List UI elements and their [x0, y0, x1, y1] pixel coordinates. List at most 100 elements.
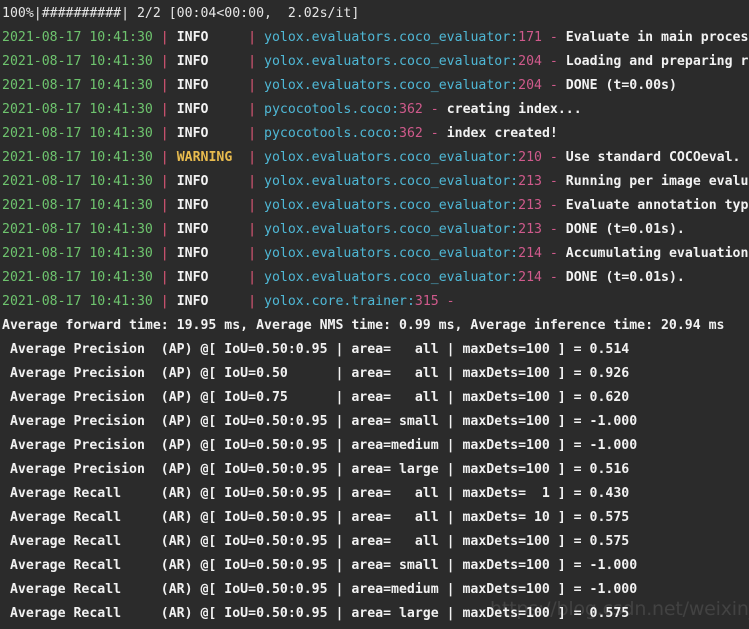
log-message: Running per image evaluation...	[565, 174, 749, 189]
log-message: Accumulating evaluation results...	[565, 246, 749, 261]
log-level: INFO	[176, 270, 209, 285]
log-dash: -	[541, 30, 566, 45]
log-separator: |	[208, 294, 265, 309]
log-separator: |	[152, 246, 177, 261]
log-line-number: 213	[518, 174, 542, 189]
log-message: index created!	[446, 126, 558, 141]
log-line: 2021-08-17 10:41:30 | INFO | yolox.evalu…	[2, 170, 749, 194]
log-separator: |	[152, 174, 177, 189]
log-separator: |	[152, 270, 177, 285]
log-timestamp: 2021-08-17 10:41:30	[2, 78, 153, 93]
log-level: INFO	[176, 54, 209, 69]
log-separator: |	[152, 30, 177, 45]
coco-metric-row: Average Recall (AR) @[ IoU=0.50:0.95 | a…	[2, 486, 630, 501]
log-dash: -	[541, 270, 566, 285]
log-line: 2021-08-17 10:41:30 | WARNING | yolox.ev…	[2, 146, 749, 170]
log-module: pycocotools.coco	[264, 126, 392, 141]
log-message: DONE (t=0.01s).	[565, 222, 685, 237]
log-separator: |	[208, 30, 265, 45]
log-line: 2021-08-17 10:41:30 | INFO | yolox.core.…	[2, 290, 749, 314]
log-module: yolox.evaluators.coco_evaluator	[264, 246, 511, 261]
log-timestamp: 2021-08-17 10:41:30	[2, 54, 153, 69]
log-line-number: 171	[518, 30, 542, 45]
log-level: WARNING	[176, 150, 233, 165]
log-module-colon: :	[510, 222, 519, 237]
coco-metric-row: Average Recall (AR) @[ IoU=0.50:0.95 | a…	[2, 510, 630, 525]
coco-metric-row: Average Recall (AR) @[ IoU=0.50:0.95 | a…	[2, 606, 630, 621]
log-dash: -	[422, 102, 447, 117]
log-separator: |	[152, 222, 177, 237]
log-line-number: 362	[399, 102, 423, 117]
log-separator: |	[208, 126, 265, 141]
log-line: 2021-08-17 10:41:30 | INFO | yolox.evalu…	[2, 194, 749, 218]
coco-metric-row: Average Recall (AR) @[ IoU=0.50:0.95 | a…	[2, 558, 638, 573]
log-module: yolox.evaluators.coco_evaluator	[264, 54, 511, 69]
terminal-window[interactable]: 100%|##########| 2/2 [00:04<00:00, 2.02s…	[0, 0, 749, 629]
log-separator: |	[208, 174, 265, 189]
log-level: INFO	[176, 78, 209, 93]
log-line-number: 362	[399, 126, 423, 141]
log-module: yolox.evaluators.coco_evaluator	[264, 150, 511, 165]
log-separator: |	[232, 150, 265, 165]
log-level: INFO	[176, 174, 209, 189]
log-dash: -	[422, 126, 447, 141]
coco-metric-row: Average Precision (AP) @[ IoU=0.50:0.95 …	[2, 342, 630, 357]
log-separator: |	[208, 78, 265, 93]
log-message: DONE (t=0.01s).	[565, 270, 685, 285]
coco-metric-row: Average Precision (AP) @[ IoU=0.50:0.95 …	[2, 438, 638, 453]
coco-metric-row: Average Recall (AR) @[ IoU=0.50:0.95 | a…	[2, 534, 630, 549]
log-timestamp: 2021-08-17 10:41:30	[2, 30, 153, 45]
log-timestamp: 2021-08-17 10:41:30	[2, 294, 153, 309]
log-message: Evaluate in main process...	[565, 30, 749, 45]
log-line: 2021-08-17 10:41:30 | INFO | pycocotools…	[2, 122, 749, 146]
log-dash: -	[541, 174, 566, 189]
coco-metrics-table: Average Precision (AP) @[ IoU=0.50:0.95 …	[2, 338, 749, 626]
log-separator: |	[208, 270, 265, 285]
log-separator: |	[208, 102, 265, 117]
coco-metric-row: Average Precision (AP) @[ IoU=0.75 | are…	[2, 390, 630, 405]
log-level: INFO	[176, 198, 209, 213]
coco-metric-row: Average Precision (AP) @[ IoU=0.50:0.95 …	[2, 462, 630, 477]
log-line-number: 214	[518, 246, 542, 261]
log-separator: |	[152, 126, 177, 141]
log-module: yolox.evaluators.coco_evaluator	[264, 78, 511, 93]
log-timestamp: 2021-08-17 10:41:30	[2, 102, 153, 117]
log-dash: -	[541, 198, 566, 213]
log-separator: |	[208, 54, 265, 69]
log-module: yolox.core.trainer	[264, 294, 407, 309]
progress-bar-line: 100%|##########| 2/2 [00:04<00:00, 2.02s…	[2, 6, 360, 21]
log-timestamp: 2021-08-17 10:41:30	[2, 126, 153, 141]
log-module: yolox.evaluators.coco_evaluator	[264, 30, 511, 45]
log-module-colon: :	[510, 198, 519, 213]
log-module: yolox.evaluators.coco_evaluator	[264, 198, 511, 213]
log-timestamp: 2021-08-17 10:41:30	[2, 150, 153, 165]
log-module-colon: :	[391, 102, 400, 117]
log-line: 2021-08-17 10:41:30 | INFO | yolox.evalu…	[2, 218, 749, 242]
log-module-colon: :	[510, 246, 519, 261]
log-line-number: 315	[414, 294, 439, 309]
log-timestamp: 2021-08-17 10:41:30	[2, 270, 153, 285]
log-timestamp: 2021-08-17 10:41:30	[2, 246, 153, 261]
log-line-number: 210	[518, 150, 542, 165]
log-dash: -	[541, 150, 566, 165]
log-module-colon: :	[510, 270, 519, 285]
log-line-number: 204	[518, 78, 542, 93]
log-level: INFO	[176, 30, 209, 45]
log-module-colon: :	[510, 30, 519, 45]
log-separator: |	[152, 78, 177, 93]
log-output: 2021-08-17 10:41:30 | INFO | yolox.evalu…	[2, 26, 749, 314]
log-line-number: 214	[518, 270, 542, 285]
log-module-colon: :	[510, 150, 519, 165]
log-dash: -	[438, 294, 463, 309]
log-line: 2021-08-17 10:41:30 | INFO | yolox.evalu…	[2, 266, 749, 290]
log-line-number: 213	[518, 222, 542, 237]
log-separator: |	[208, 246, 265, 261]
coco-metric-row: Average Precision (AP) @[ IoU=0.50 | are…	[2, 366, 630, 381]
log-message: creating index...	[446, 102, 582, 117]
log-dash: -	[541, 222, 566, 237]
log-dash: -	[541, 246, 566, 261]
log-module-colon: :	[510, 78, 519, 93]
log-level: INFO	[176, 294, 209, 309]
log-separator: |	[152, 198, 177, 213]
log-separator: |	[152, 150, 177, 165]
